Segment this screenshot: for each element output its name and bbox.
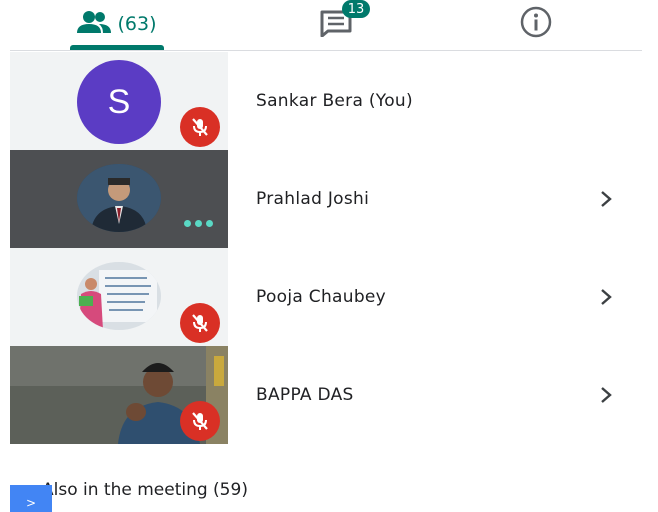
participant-photo (77, 164, 161, 232)
chevron-right-icon[interactable] (595, 384, 617, 406)
mic-off-icon (180, 401, 220, 441)
participant-name: Sankar Bera (You) (256, 91, 413, 111)
participant-photo (77, 262, 161, 330)
participant-tile (10, 248, 228, 346)
chat-unread-badge: 13 (342, 0, 370, 18)
participant-row[interactable]: Prahlad Joshi (10, 150, 642, 248)
participant-row[interactable]: S Sankar Bera (You) (10, 52, 642, 150)
participant-name: BAPPA DAS (256, 385, 354, 405)
people-count: (63) (117, 13, 157, 35)
participant-row[interactable]: BAPPA DAS (10, 346, 642, 444)
tab-divider (10, 50, 642, 51)
participant-tile (10, 150, 228, 248)
participant-name: Pooja Chaubey (256, 287, 387, 307)
participant-name: Prahlad Joshi (256, 189, 370, 209)
people-icon (77, 10, 112, 38)
more-options-icon (184, 220, 213, 227)
tab-info[interactable] (508, 0, 564, 48)
tab-people[interactable]: (63) (70, 0, 164, 48)
also-in-meeting-heading: Also in the meeting (59) (42, 480, 248, 500)
expand-button[interactable]: > (10, 485, 52, 512)
info-icon (519, 5, 553, 43)
tab-bar: (63) 13 (0, 0, 658, 52)
chevron-right-icon[interactable] (595, 188, 617, 210)
mic-off-icon (180, 107, 220, 147)
chevron-right-icon[interactable] (595, 286, 617, 308)
avatar: S (77, 60, 161, 144)
participant-row[interactable]: Pooja Chaubey (10, 248, 642, 346)
participant-tile: S (10, 52, 228, 150)
mic-off-icon (180, 303, 220, 343)
participant-tile (10, 346, 228, 444)
